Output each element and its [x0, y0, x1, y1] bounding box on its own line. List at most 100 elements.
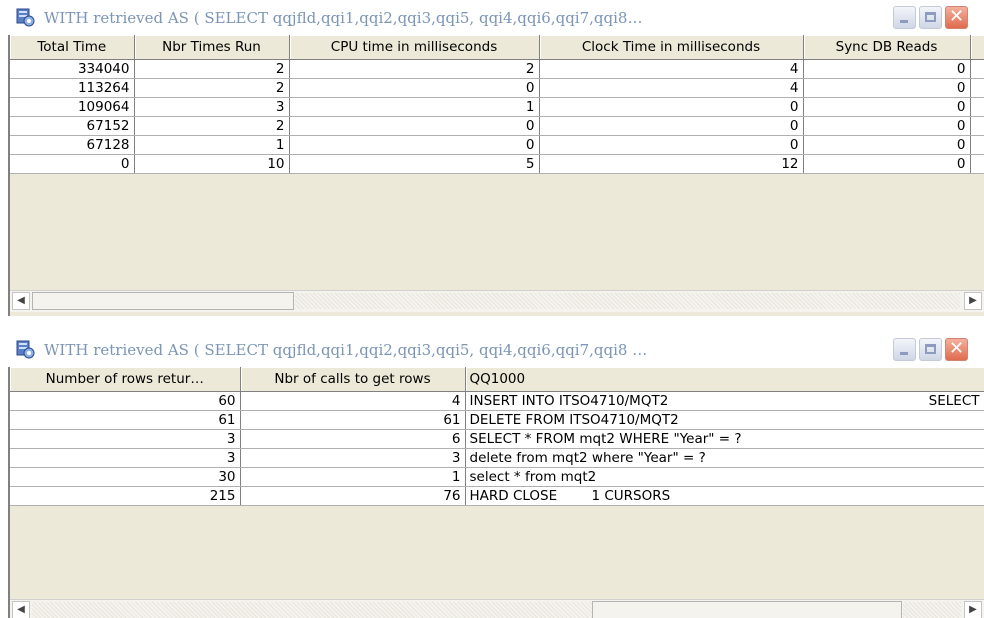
column-header-extra[interactable]	[970, 35, 984, 60]
column-header-calls-to-get-rows[interactable]: Nbr of calls to get rows	[240, 367, 466, 392]
cell: 2	[134, 59, 290, 79]
column-header-cpu-time[interactable]: CPU time in milliseconds	[289, 35, 540, 60]
table-row[interactable]: 30 1 select * from mqt2	[10, 467, 984, 487]
scrollbar-track[interactable]	[295, 293, 960, 309]
minimize-icon	[900, 352, 908, 355]
header-row: Total Time Nbr Times Run CPU time in mil…	[10, 35, 984, 60]
column-header-nbr-times-run[interactable]: Nbr Times Run	[134, 35, 290, 60]
maximize-button[interactable]	[919, 338, 942, 361]
cell: 4	[539, 78, 804, 98]
table-row[interactable]: 61 61 DELETE FROM ITSO4710/MQT2	[10, 410, 984, 430]
database-query-icon	[16, 340, 36, 360]
cell: 67152	[10, 116, 135, 136]
cell: 215	[10, 486, 241, 506]
cell: 10	[134, 154, 290, 174]
cell: 12	[539, 154, 804, 174]
table-row[interactable]: 215 76 HARD CLOSE 1 CURSORS	[10, 486, 984, 506]
cell: 334040	[10, 59, 135, 79]
cell: 0	[289, 78, 540, 98]
column-header-qq1000[interactable]: QQ1000	[465, 367, 984, 392]
cell: 61	[10, 410, 241, 430]
cell	[970, 154, 984, 174]
cell	[970, 78, 984, 98]
close-button[interactable]: ✕	[945, 338, 968, 361]
cell: 0	[539, 135, 804, 155]
cell: 2	[134, 116, 290, 136]
cell	[970, 135, 984, 155]
cell: 0	[803, 97, 971, 117]
scrollbar-thumb[interactable]	[32, 292, 294, 310]
results-grid: Total Time Nbr Times Run CPU time in mil…	[8, 35, 984, 316]
table-row[interactable]: 109064 3 1 0 0	[10, 97, 984, 117]
cell: 0	[803, 135, 971, 155]
horizontal-scrollbar[interactable]: ◀ ▶	[10, 290, 984, 312]
minimize-button[interactable]	[893, 6, 916, 29]
scrollbar-track[interactable]	[32, 602, 592, 618]
cell: 0	[539, 116, 804, 136]
header-row: Number of rows retur… Nbr of calls to ge…	[10, 367, 984, 392]
scrollbar-track[interactable]	[903, 602, 961, 618]
results-grid: Number of rows retur… Nbr of calls to ge…	[8, 367, 984, 618]
maximize-button[interactable]	[919, 6, 942, 29]
close-button[interactable]: ✕	[945, 6, 968, 29]
cell: 1	[289, 97, 540, 117]
maximize-icon	[925, 12, 936, 22]
close-icon: ✕	[949, 6, 965, 27]
cell: 1	[134, 135, 290, 155]
column-header-sync-db-reads[interactable]: Sync DB Reads	[803, 35, 971, 60]
window-title: WITH retrieved AS ( SELECT qqjfld,qqi1,q…	[44, 341, 648, 359]
statement-cell: DELETE FROM ITSO4710/MQT2	[465, 410, 984, 430]
table-row[interactable]: 60 4 INSERT INTO ITSO4710/MQT2 SELECT	[10, 391, 984, 411]
cell: 0	[289, 135, 540, 155]
minimize-button[interactable]	[893, 338, 916, 361]
cell: 109064	[10, 97, 135, 117]
scroll-right-button[interactable]: ▶	[964, 292, 982, 310]
minimize-icon	[900, 20, 908, 23]
cell: 1	[240, 467, 466, 487]
cell: 60	[10, 391, 241, 411]
cell: 0	[803, 59, 971, 79]
statement-cell: SELECT * FROM mqt2 WHERE "Year" = ?	[465, 429, 984, 449]
cell: 61	[240, 410, 466, 430]
results-table: Number of rows retur… Nbr of calls to ge…	[10, 367, 984, 506]
results-table: Total Time Nbr Times Run CPU time in mil…	[10, 35, 984, 174]
cell	[970, 97, 984, 117]
cell: 3	[10, 448, 241, 468]
table-row[interactable]: 3 3 delete from mqt2 where "Year" = ?	[10, 448, 984, 468]
statement-text: INSERT INTO ITSO4710/MQT2	[469, 393, 669, 409]
column-header-rows-returned[interactable]: Number of rows retur…	[10, 367, 241, 392]
statement-cell: HARD CLOSE 1 CURSORS	[465, 486, 984, 506]
close-icon: ✕	[949, 338, 965, 359]
scrollbar-thumb[interactable]	[592, 601, 902, 618]
title-bar[interactable]: WITH retrieved AS ( SELECT qqjfld,qqi1,q…	[8, 332, 984, 367]
cell: 3	[10, 429, 241, 449]
cell: 113264	[10, 78, 135, 98]
table-row[interactable]: 67152 2 0 0 0	[10, 116, 984, 136]
column-header-clock-time[interactable]: Clock Time in milliseconds	[539, 35, 804, 60]
arrow-right-icon: ▶	[969, 295, 977, 306]
column-header-total-time[interactable]: Total Time	[10, 35, 135, 60]
arrow-left-icon: ◀	[17, 604, 25, 615]
scroll-left-button[interactable]: ◀	[12, 601, 30, 618]
cell: 0	[539, 97, 804, 117]
cell	[970, 116, 984, 136]
table-row[interactable]: 67128 1 0 0 0	[10, 135, 984, 155]
cell: 0	[10, 154, 135, 174]
cell: 4	[240, 391, 466, 411]
maximize-icon	[925, 344, 936, 354]
horizontal-scrollbar[interactable]: ◀ ▶	[10, 599, 984, 618]
table-row[interactable]: 0 10 5 12 0	[10, 154, 984, 174]
title-bar[interactable]: WITH retrieved AS ( SELECT qqjfld,qqi1,q…	[8, 0, 984, 35]
statement-cell: INSERT INTO ITSO4710/MQT2 SELECT	[465, 391, 984, 411]
table-row[interactable]: 113264 2 0 4 0	[10, 78, 984, 98]
cell: 67128	[10, 135, 135, 155]
scroll-right-button[interactable]: ▶	[964, 601, 982, 618]
arrow-left-icon: ◀	[17, 295, 25, 306]
table-row[interactable]: 334040 2 2 4 0	[10, 59, 984, 79]
arrow-right-icon: ▶	[969, 604, 977, 615]
cell	[970, 59, 984, 79]
cell: 0	[803, 78, 971, 98]
scroll-left-button[interactable]: ◀	[12, 292, 30, 310]
cell: 5	[289, 154, 540, 174]
table-row[interactable]: 3 6 SELECT * FROM mqt2 WHERE "Year" = ?	[10, 429, 984, 449]
